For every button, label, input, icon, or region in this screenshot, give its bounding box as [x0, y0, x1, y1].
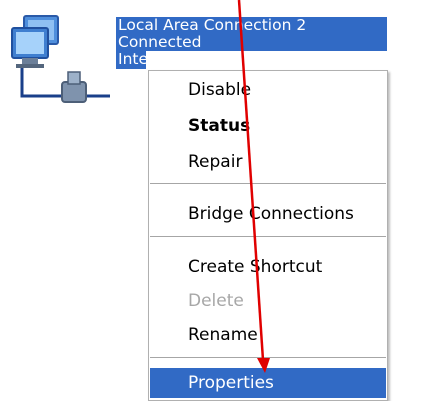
menu-item-repair[interactable]: Repair — [150, 147, 386, 177]
menu-separator — [150, 183, 386, 185]
connection-label[interactable]: Local Area Connection 2 Connected — [116, 17, 387, 51]
menu-item-status[interactable]: Status — [150, 111, 386, 141]
menu-item-disable[interactable]: Disable — [150, 75, 386, 105]
menu-item-rename[interactable]: Rename — [150, 320, 386, 350]
menu-separator — [150, 357, 386, 359]
connection-status: Connected — [118, 33, 202, 51]
menu-separator — [150, 236, 386, 238]
network-connection-icon[interactable] — [6, 10, 114, 110]
menu-item-bridge-connections[interactable]: Bridge Connections — [150, 199, 386, 229]
menu-item-create-shortcut[interactable]: Create Shortcut — [150, 252, 386, 282]
connection-name: Local Area Connection 2 — [118, 16, 307, 34]
context-menu: Disable Status Repair Bridge Connections… — [148, 70, 388, 401]
menu-item-properties[interactable]: Properties — [150, 368, 386, 398]
menu-item-delete: Delete — [188, 291, 244, 311]
connection-device-partial: Inte — [116, 51, 146, 69]
